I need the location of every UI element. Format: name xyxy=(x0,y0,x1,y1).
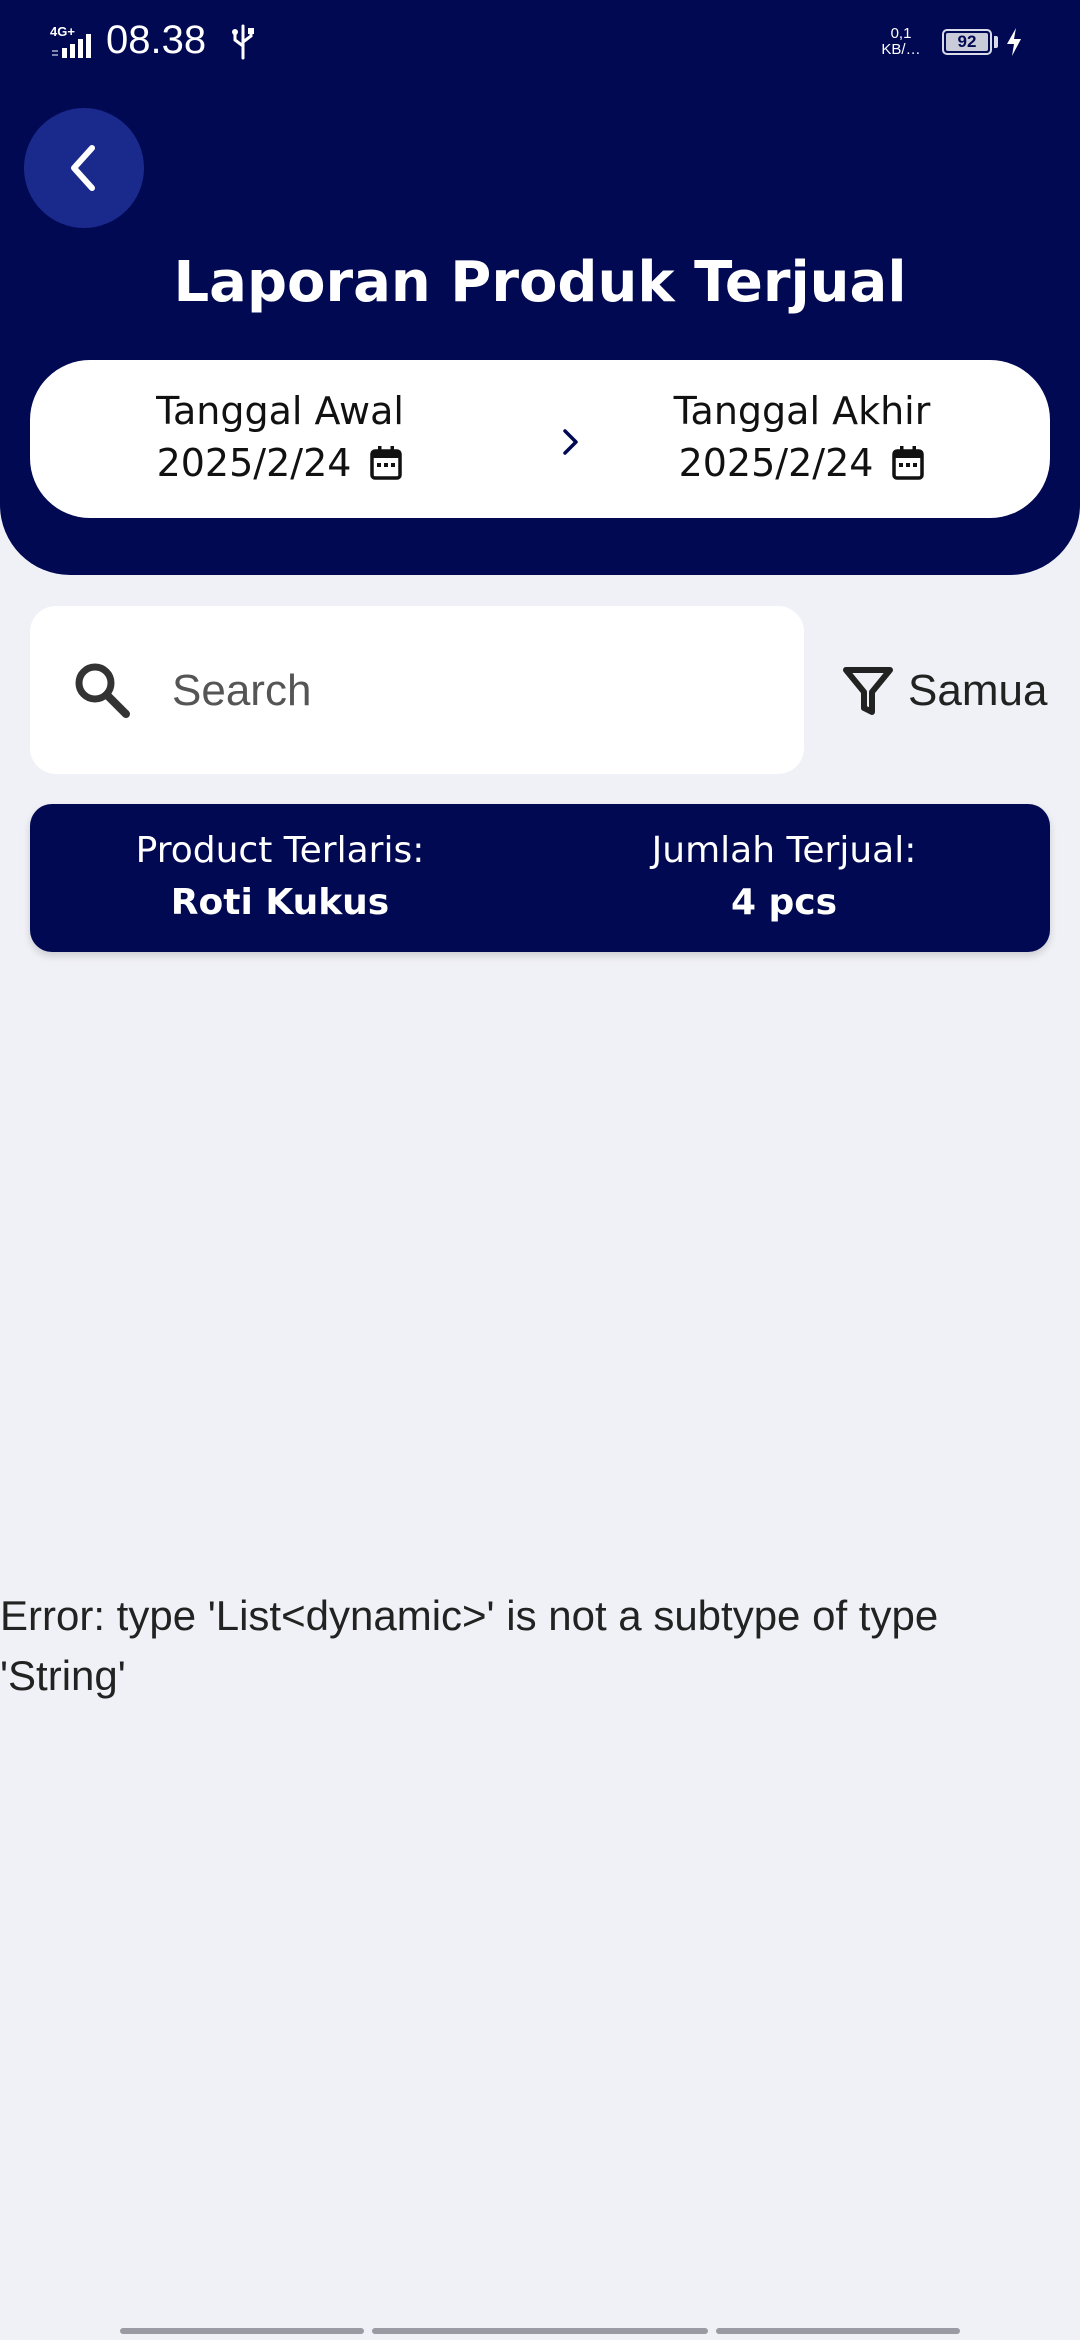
end-date-picker[interactable]: Tanggal Akhir 2025/2/24 xyxy=(622,386,982,490)
back-button[interactable] xyxy=(24,108,144,228)
network-speed: 0,1 KB/… xyxy=(878,26,924,58)
chevron-left-icon xyxy=(71,145,95,191)
search-box xyxy=(30,606,804,774)
usb-icon xyxy=(232,24,254,60)
best-product-value: Roti Kukus xyxy=(170,882,390,923)
page-title: Laporan Produk Terjual xyxy=(173,250,907,315)
end-date-value: 2025/2/24 xyxy=(678,441,874,485)
battery-icon: 92 xyxy=(942,29,992,55)
date-range-card: Tanggal Awal 2025/2/24 Tanggal Akhir 202… xyxy=(30,360,1050,518)
status-bar: 4G+ 08.38 0,1 KB/… 92 xyxy=(0,0,1080,84)
error-message: Error: type 'List<dynamic>' is not a sub… xyxy=(0,1592,939,1699)
calendar-icon xyxy=(892,446,925,480)
chevron-right-icon xyxy=(563,429,578,455)
quantity-sold-label: Jumlah Terjual: xyxy=(651,830,917,871)
calendar-icon xyxy=(370,446,403,480)
summary-card: Product Terlaris: Roti Kukus Jumlah Terj… xyxy=(30,804,1050,952)
filter-label: Samua xyxy=(908,666,1048,715)
filter-icon xyxy=(843,667,893,715)
header: 4G+ 08.38 0,1 KB/… 92 Laporan Produk Ter… xyxy=(0,0,1080,575)
nav-indicator xyxy=(716,2328,960,2334)
end-date-label: Tanggal Akhir xyxy=(673,389,931,433)
quantity-sold-value: 4 pcs xyxy=(730,882,838,923)
nav-indicator xyxy=(372,2328,708,2334)
start-date-value: 2025/2/24 xyxy=(156,441,352,485)
speed-value: 0,1 xyxy=(890,25,912,42)
signal-icon: 4G+ xyxy=(50,24,91,58)
search-icon xyxy=(75,663,130,718)
speed-unit: KB/… xyxy=(881,41,921,58)
battery-level: 92 xyxy=(946,33,988,51)
start-date-label: Tanggal Awal xyxy=(156,389,404,433)
status-time: 08.38 xyxy=(106,18,207,62)
battery-tip xyxy=(994,36,998,48)
best-product-summary: Product Terlaris: Roti Kukus xyxy=(30,826,530,930)
filter-button[interactable]: Samua xyxy=(842,656,1052,726)
start-date-picker[interactable]: Tanggal Awal 2025/2/24 xyxy=(100,386,460,490)
quantity-sold-summary: Jumlah Terjual: 4 pcs xyxy=(534,826,1034,930)
best-product-label: Product Terlaris: xyxy=(135,830,425,871)
svg-text:4G+: 4G+ xyxy=(50,24,75,39)
nav-indicator xyxy=(120,2328,364,2334)
search-input[interactable] xyxy=(170,646,774,736)
charging-icon xyxy=(1007,28,1021,56)
